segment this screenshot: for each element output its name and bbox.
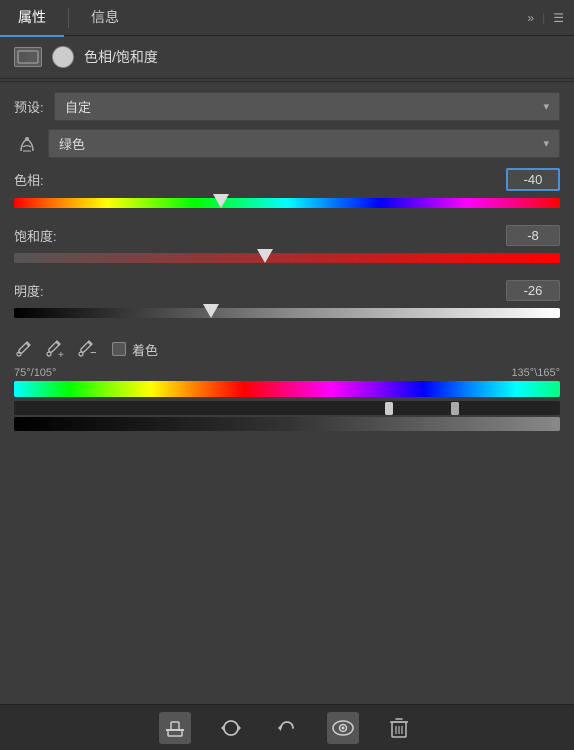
channel-icon [14,132,40,154]
range-handles-strip[interactable] [14,401,560,415]
lig-thumb[interactable] [203,304,219,318]
preset-value: 自定 [65,97,91,116]
cycle-icon[interactable] [215,712,247,744]
range-handle-4[interactable] [451,402,459,415]
panel-header: 色相/饱和度 [0,36,574,79]
spectrum-strip [14,381,560,397]
lightness-input[interactable] [506,280,560,301]
lig-slider-container[interactable] [14,305,560,321]
range-handle-2[interactable] [385,402,393,415]
channel-value: 绿色 [59,134,85,153]
svg-text:−: − [90,345,96,359]
sat-thumb[interactable] [257,249,273,263]
sat-slider-container[interactable] [14,250,560,266]
panel-title: 色相/饱和度 [84,47,158,67]
eye-icon[interactable] [327,712,359,744]
eyedropper-icon[interactable] [14,340,32,358]
eyedropper-row: + − 着色 [14,335,560,367]
preset-section: 预设: 自定 ▾ 绿色 ▾ 色相: [0,84,574,439]
menu-icon[interactable]: ☰ [553,11,564,25]
range-right-label: 135°\165° [511,367,560,379]
hue-label: 色相: [14,170,44,189]
expand-icon[interactable]: » [527,11,534,25]
hue-thumb[interactable] [213,194,229,208]
bottom-toolbar [0,704,574,750]
preset-dropdown-arrow: ▾ [543,100,549,113]
tab-info[interactable]: 信息 [73,0,137,37]
channel-dropdown[interactable]: 绿色 ▾ [48,129,560,158]
tab-divider [68,8,69,28]
eyedropper-subtract-icon[interactable]: − [76,339,96,359]
tab-bar: 属性 信息 » | ☰ [0,0,574,36]
stamp-icon[interactable] [159,712,191,744]
range-row: 75°/105° 135°\165° [14,367,560,379]
hue-input[interactable] [506,168,560,191]
saturation-label: 饱和度: [14,226,57,245]
colorize-checkbox[interactable] [112,342,126,356]
preset-row: 预设: 自定 ▾ [14,92,560,121]
channel-row: 绿色 ▾ [14,129,560,158]
tab-properties[interactable]: 属性 [0,0,64,37]
undo-icon[interactable] [271,712,303,744]
saturation-slider-row: 饱和度: [14,225,560,266]
lightness-slider-row: 明度: [14,280,560,321]
panel-icon-circle [52,46,74,68]
preset-label: 预设: [14,97,54,116]
svg-text:+: + [58,350,64,359]
colorize-label: 着色 [132,340,158,359]
channel-dropdown-arrow: ▾ [543,137,549,150]
range-left-label: 75°/105° [14,367,56,379]
hue-slider-container[interactable] [14,195,560,211]
top-right-icons: » | ☰ [527,11,574,25]
hue-slider-row: 色相: [14,168,560,211]
lig-slider-track [14,308,560,318]
colorize-row: 着色 [112,340,158,359]
preset-dropdown[interactable]: 自定 ▾ [54,92,560,121]
sat-slider-track [14,253,560,263]
bottom-spectrum-strip [14,417,560,431]
panel-icon-rect [14,47,42,67]
eyedropper-add-icon[interactable]: + [44,339,64,359]
trash-icon[interactable] [383,712,415,744]
hue-slider-track [14,198,560,208]
lightness-label: 明度: [14,281,44,300]
saturation-input[interactable] [506,225,560,246]
